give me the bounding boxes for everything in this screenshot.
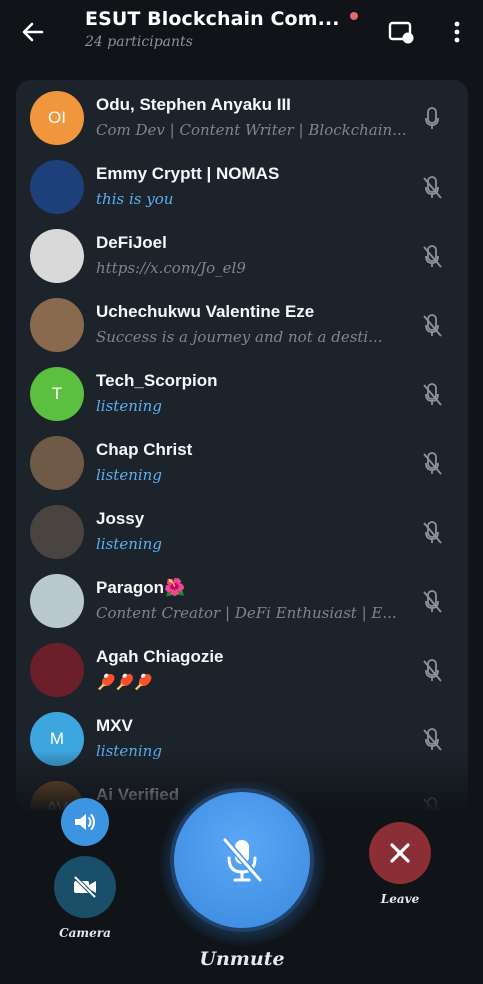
screen-cast-button[interactable] <box>386 18 416 46</box>
participant-name: Chap Christ <box>96 440 193 459</box>
avatar <box>30 160 84 214</box>
mic-off-icon <box>420 242 444 270</box>
mic-off-icon <box>420 449 444 477</box>
camera-button[interactable] <box>54 856 116 918</box>
call-title: ESUT Blockchain Com... <box>85 8 340 30</box>
unmute-button[interactable] <box>174 792 310 928</box>
avatar: OI <box>30 91 84 145</box>
mic-off-icon <box>222 838 263 882</box>
screen-cast-icon <box>388 21 414 44</box>
participant-status: https://x.com/Jo_el9 <box>96 259 246 277</box>
more-menu-button[interactable] <box>446 18 468 46</box>
avatar <box>30 229 84 283</box>
recording-dot <box>349 12 358 20</box>
participant-name: DeFiJoel <box>96 233 167 252</box>
participant-status: Content Creator | DeFi Enthusiast | E... <box>96 604 397 622</box>
participant-row[interactable]: T Tech_Scorpion listening <box>16 360 468 429</box>
camera-label: Camera <box>59 926 111 940</box>
participant-status: Success is a journey and not a desti... <box>96 328 383 346</box>
mic-off-icon <box>420 656 444 684</box>
participant-name: Uchechukwu Valentine Eze <box>96 302 315 321</box>
participant-row[interactable]: Paragon🌺 Content Creator | DeFi Enthusias… <box>16 567 468 636</box>
avatar <box>30 298 84 352</box>
participant-status: listening <box>96 466 162 484</box>
participant-row[interactable]: Agah Chiagozie 🏓🏓🏓 <box>16 636 468 705</box>
mic-off-icon <box>420 173 444 201</box>
participant-status: this is you <box>96 190 174 208</box>
speaker-icon <box>75 814 95 830</box>
participant-status: listening <box>96 397 162 415</box>
participant-row[interactable]: Jossy listening <box>16 498 468 567</box>
mic-off-icon <box>420 311 444 339</box>
participant-name: MXV <box>96 716 133 735</box>
participant-name: Agah Chiagozie <box>96 647 224 666</box>
mic-off-icon <box>420 725 444 753</box>
participant-name: Tech_Scorpion <box>96 371 218 390</box>
avatar <box>30 505 84 559</box>
leave-button[interactable] <box>369 822 431 884</box>
participant-count: 24 participants <box>85 34 193 50</box>
participants-list[interactable]: OI Odu, Stephen Anyaku III Com Dev | Conte… <box>16 80 468 810</box>
speaker-button[interactable] <box>61 798 109 846</box>
mic-icon <box>420 104 444 132</box>
call-header: ESUT Blockchain Com... 24 participants <box>0 0 483 70</box>
participant-status: listening <box>96 535 162 553</box>
participant-row[interactable]: Uchechukwu Valentine Eze Success is a jou… <box>16 291 468 360</box>
avatar <box>30 574 84 628</box>
mic-off-icon <box>420 380 444 408</box>
avatar-initials: OI <box>48 108 66 127</box>
mic-off-icon <box>420 518 444 546</box>
arrow-left-icon <box>22 22 44 42</box>
participant-row[interactable]: OI Odu, Stephen Anyaku III Com Dev | Conte… <box>16 84 468 153</box>
participant-name: Paragon🌺 <box>96 578 186 597</box>
avatar-initials: M <box>49 729 65 748</box>
back-button[interactable] <box>18 18 48 46</box>
participant-row[interactable]: DeFiJoel https://x.com/Jo_el9 <box>16 222 468 291</box>
avatar <box>30 436 84 490</box>
avatar <box>30 643 84 697</box>
participant-name: Jossy <box>96 509 145 528</box>
avatar-initials: T <box>51 384 63 403</box>
more-vert-icon <box>454 21 460 43</box>
participant-name: Odu, Stephen Anyaku III <box>96 95 291 114</box>
avatar: T <box>30 367 84 421</box>
participant-name: Emmy Cryptt | NOMAS <box>96 164 280 183</box>
participant-row[interactable]: Chap Christ listening <box>16 429 468 498</box>
leave-label: Leave <box>380 892 420 906</box>
camera-off-icon <box>73 875 97 899</box>
participant-row[interactable]: Emmy Cryptt | NOMAS this is you <box>16 153 468 222</box>
participant-status: Com Dev | Content Writer | Blockchain... <box>96 121 407 139</box>
mic-off-icon <box>420 587 444 615</box>
unmute-label: Unmute <box>199 948 285 970</box>
close-icon <box>390 843 410 863</box>
call-title-block[interactable]: ESUT Blockchain Com... 24 participants <box>85 8 358 50</box>
participant-status: 🏓🏓🏓 <box>96 673 153 691</box>
